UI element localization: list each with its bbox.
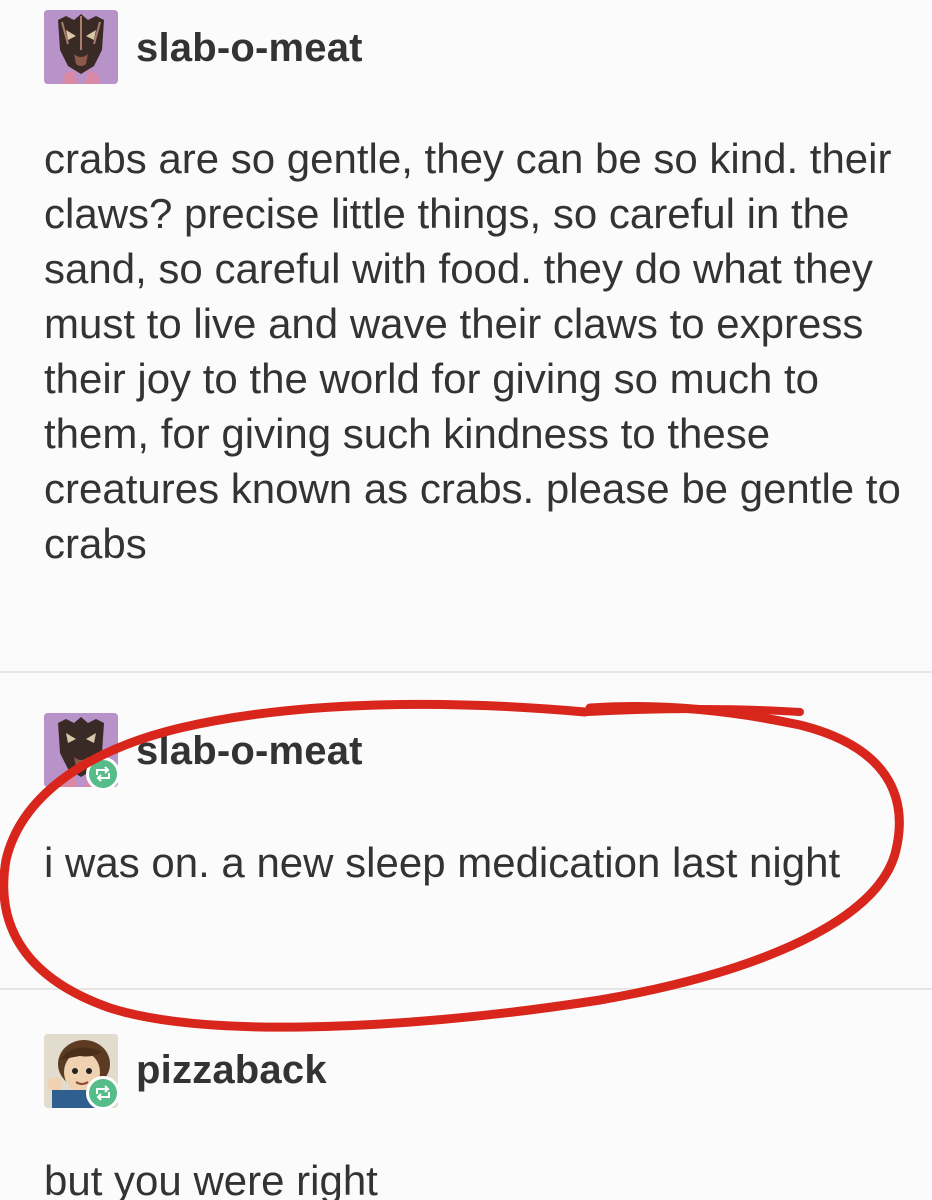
username[interactable]: pizzaback	[136, 1048, 327, 1093]
username[interactable]: slab-o-meat	[136, 729, 363, 774]
post-original: slab-o-meat crabs are so gentle, they ca…	[0, 0, 932, 670]
mask-avatar-image	[44, 10, 118, 84]
reblog-icon	[86, 1076, 120, 1110]
post-text: but you were right	[44, 1157, 378, 1200]
username[interactable]: slab-o-meat	[136, 26, 363, 71]
post-text: crabs are so gentle, they can be so kind…	[44, 135, 901, 567]
post-reblog: slab-o-meat i was on. a new sleep medica…	[0, 673, 932, 988]
mask-avatar[interactable]	[44, 10, 118, 84]
tumblr-screenshot: slab-o-meat crabs are so gentle, they ca…	[0, 0, 932, 1200]
post-reblog: pizzaback but you were right	[0, 990, 932, 1200]
post-text: i was on. a new sleep medication last ni…	[44, 839, 841, 886]
reblog-icon	[86, 757, 120, 791]
